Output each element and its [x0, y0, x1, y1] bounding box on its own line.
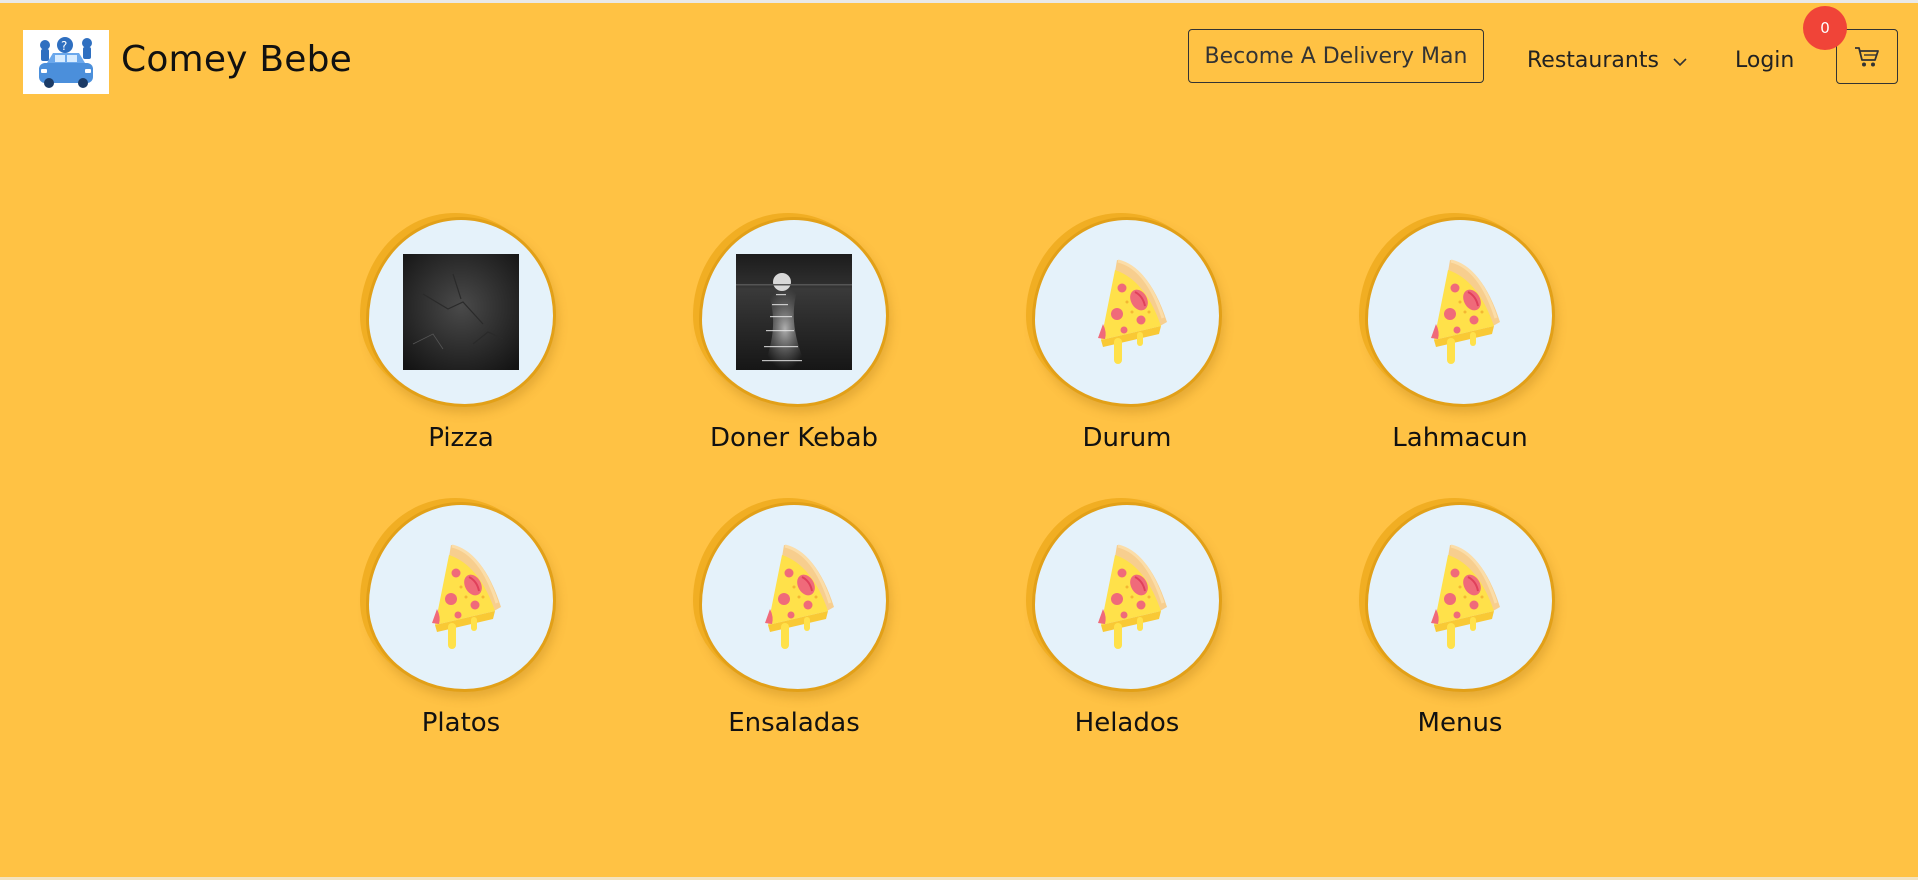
category-image-frame [366, 217, 556, 407]
category-image-frame [1032, 502, 1222, 692]
category-card-doner-kebab[interactable]: Doner Kebab [694, 217, 894, 453]
moonlit-sea-photo [736, 254, 852, 370]
category-card-helados[interactable]: Helados [1027, 502, 1227, 738]
pizza-slice-icon [411, 537, 511, 657]
pizza-slice-icon [744, 537, 844, 657]
category-image-frame [699, 502, 889, 692]
category-card-pizza[interactable]: Pizza [361, 217, 561, 453]
category-label: Menus [1417, 708, 1503, 738]
category-card-durum[interactable]: Durum [1027, 217, 1227, 453]
category-card-ensaladas[interactable]: Ensaladas [694, 502, 894, 738]
pizza-slice-icon [1410, 252, 1510, 372]
category-image-frame [699, 217, 889, 407]
category-label: Durum [1082, 423, 1172, 453]
category-card-lahmacun[interactable]: Lahmacun [1360, 217, 1560, 453]
dark-texture-photo [403, 254, 519, 370]
category-card-platos[interactable]: Platos [361, 502, 561, 738]
category-label: Helados [1074, 708, 1180, 738]
category-image-frame [1032, 217, 1222, 407]
category-card-menus[interactable]: Menus [1360, 502, 1560, 738]
pizza-slice-icon [1410, 537, 1510, 657]
category-image-frame [1365, 502, 1555, 692]
category-label: Ensaladas [728, 708, 860, 738]
category-image-frame [366, 502, 556, 692]
category-grid: Pizza Doner Kebab Durum Lahmacun Platos … [0, 0, 1918, 880]
pizza-slice-icon [1077, 252, 1177, 372]
category-label: Platos [421, 708, 501, 738]
category-label: Doner Kebab [709, 423, 879, 453]
pizza-slice-icon [1077, 537, 1177, 657]
category-label: Lahmacun [1392, 423, 1528, 453]
category-image-frame [1365, 217, 1555, 407]
category-label: Pizza [428, 423, 494, 453]
